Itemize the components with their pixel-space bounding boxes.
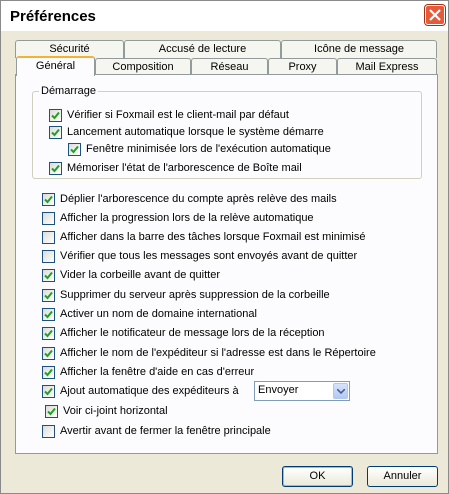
checkmark-icon — [44, 387, 53, 396]
checkbox-label: Afficher la fenêtre d'aide en cas d'erre… — [60, 366, 255, 378]
checkbox[interactable] — [42, 289, 55, 302]
cancel-button[interactable]: Annuler — [367, 466, 438, 487]
ok-button[interactable]: OK — [282, 466, 353, 487]
checkbox-label: Voir ci-joint horizontal — [63, 405, 168, 417]
close-button[interactable] — [425, 5, 445, 25]
auto-add-select-value: Envoyer — [258, 384, 299, 396]
checkbox-label: Vérifier que tous les messages sont envo… — [60, 250, 358, 262]
preferences-dialog: Préférences Sécurité Accusé de lecture I… — [0, 0, 449, 494]
tab-general[interactable]: Général — [16, 56, 95, 76]
checkbox-label: Activer un nom de domaine international — [60, 308, 257, 320]
checkbox-label: Avertir avant de fermer la fenêtre princ… — [60, 425, 271, 437]
checkmark-icon — [44, 329, 53, 338]
checkbox[interactable] — [42, 347, 55, 360]
checkmark-icon — [44, 271, 53, 280]
checkmark-icon — [70, 145, 79, 154]
checkbox-label: Lancement automatique lorsque le système… — [67, 126, 324, 138]
checkbox[interactable] — [49, 109, 62, 122]
checkbox-label: Mémoriser l'état de l'arborescence de Bo… — [67, 162, 302, 174]
checkbox-label: Afficher la progression lors de la relèv… — [60, 212, 314, 224]
checkmark-icon — [51, 164, 60, 173]
checkbox[interactable] — [42, 231, 55, 244]
checkbox[interactable] — [42, 212, 55, 225]
checkbox[interactable] — [42, 308, 55, 321]
checkmark-icon — [51, 111, 60, 120]
dropdown-button[interactable] — [333, 383, 348, 399]
checkbox[interactable] — [42, 425, 55, 438]
checkmark-icon — [44, 291, 53, 300]
checkmark-icon — [44, 368, 53, 377]
tab-icone-message[interactable]: Icône de message — [281, 40, 437, 58]
checkbox-label: Afficher le notificateur de message lors… — [60, 327, 325, 339]
checkbox[interactable] — [45, 405, 58, 418]
checkbox[interactable] — [68, 143, 81, 156]
checkbox-label: Ajout automatique des expéditeurs à — [60, 385, 239, 397]
tab-accuse-lecture[interactable]: Accusé de lecture — [124, 40, 281, 58]
title-bar[interactable]: Préférences — [1, 1, 448, 31]
checkbox-label: Afficher le nom de l'expéditeur si l'adr… — [60, 347, 376, 359]
checkmark-icon — [44, 349, 53, 358]
checkbox[interactable] — [42, 269, 55, 282]
checkbox-label: Vider la corbeille avant de quitter — [60, 269, 221, 281]
startup-group-label: Démarrage — [39, 85, 99, 97]
checkbox-label: Fenêtre minimisée lors de l'exécution au… — [86, 143, 331, 155]
checkbox[interactable] — [42, 193, 55, 206]
checkbox[interactable] — [42, 366, 55, 379]
chevron-down-icon — [337, 389, 345, 394]
close-icon — [429, 9, 441, 21]
checkmark-icon — [47, 407, 56, 416]
checkbox[interactable] — [42, 250, 55, 263]
checkbox[interactable] — [42, 327, 55, 340]
checkbox[interactable] — [49, 126, 62, 139]
checkbox-label: Déplier l'arborescence du compte après r… — [60, 193, 337, 205]
checkmark-icon — [44, 310, 53, 319]
checkbox[interactable] — [42, 385, 55, 398]
checkbox[interactable] — [49, 162, 62, 175]
window-title: Préférences — [10, 8, 96, 25]
checkmark-icon — [44, 195, 53, 204]
checkmark-icon — [51, 128, 60, 137]
auto-add-select[interactable]: Envoyer — [254, 381, 350, 401]
checkbox-label: Supprimer du serveur après suppression d… — [60, 289, 330, 301]
checkbox-label: Afficher dans la barre des tâches lorsqu… — [60, 231, 366, 243]
checkbox-label: Vérifier si Foxmail est le client-mail p… — [67, 109, 289, 121]
general-tab-panel: Démarrage Vérifier si Foxmail est le cli… — [15, 74, 438, 454]
